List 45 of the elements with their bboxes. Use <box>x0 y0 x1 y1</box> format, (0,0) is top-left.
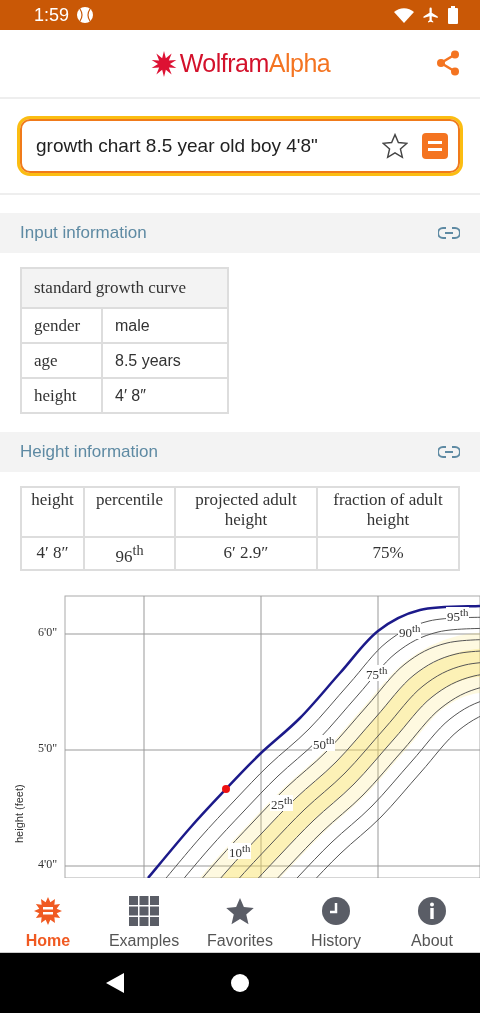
axis-tick-label: 6'0" <box>38 624 58 640</box>
table-cell: 4′ 8″ <box>21 537 84 570</box>
back-icon[interactable] <box>106 973 124 993</box>
compute-button[interactable] <box>422 133 448 159</box>
section-title: Input information <box>20 223 147 243</box>
wifi-icon <box>394 7 414 23</box>
info-icon <box>417 896 447 926</box>
table-cell: male <box>102 308 228 343</box>
nav-tab[interactable]: Favorites <box>192 884 288 952</box>
axis-tick-label: 4'0" <box>38 856 58 872</box>
equals-icon <box>428 141 442 151</box>
section-title: Height information <box>20 442 158 462</box>
table-cell: 4′ 8″ <box>102 378 228 413</box>
home-icon <box>33 896 63 926</box>
link-icon[interactable] <box>438 445 460 459</box>
share-icon[interactable] <box>436 50 460 76</box>
home-button-icon[interactable] <box>230 973 250 993</box>
column-header: height <box>21 487 84 537</box>
star-icon[interactable] <box>382 133 408 159</box>
axis-label: height (feet) <box>13 783 25 843</box>
star-icon <box>225 896 255 926</box>
table-cell: 6′ 2.9″ <box>175 537 317 570</box>
table-cell: height <box>21 378 102 413</box>
ball-icon <box>77 7 94 23</box>
grid-icon <box>129 896 159 926</box>
logo-text: WolframAlpha <box>179 49 331 78</box>
column-header: fraction of adult height <box>317 487 459 537</box>
clock-icon <box>321 896 351 926</box>
airplane-icon <box>422 6 440 24</box>
search-bar[interactable]: growth chart 8.5 year old boy 4'8" <box>20 119 460 173</box>
table-cell: 8.5 years <box>102 343 228 378</box>
table-cell: gender <box>21 308 102 343</box>
table-cell: 96$^{th}$ <box>84 537 175 570</box>
battery-icon <box>448 6 458 24</box>
axis-tick-label: 5'0" <box>38 740 58 756</box>
nav-tab[interactable]: Examples <box>96 884 192 952</box>
nav-tab[interactable]: About <box>384 884 480 952</box>
status-time: 1:59 <box>34 4 70 26</box>
table-header: standard growth curve <box>21 268 228 308</box>
column-header: projected adult height <box>175 487 317 537</box>
table-cell: age <box>21 343 102 378</box>
link-icon[interactable] <box>438 226 460 240</box>
nav-tab[interactable]: History <box>288 884 384 952</box>
column-header: percentile <box>84 487 175 537</box>
table-cell: 75% <box>317 537 459 570</box>
